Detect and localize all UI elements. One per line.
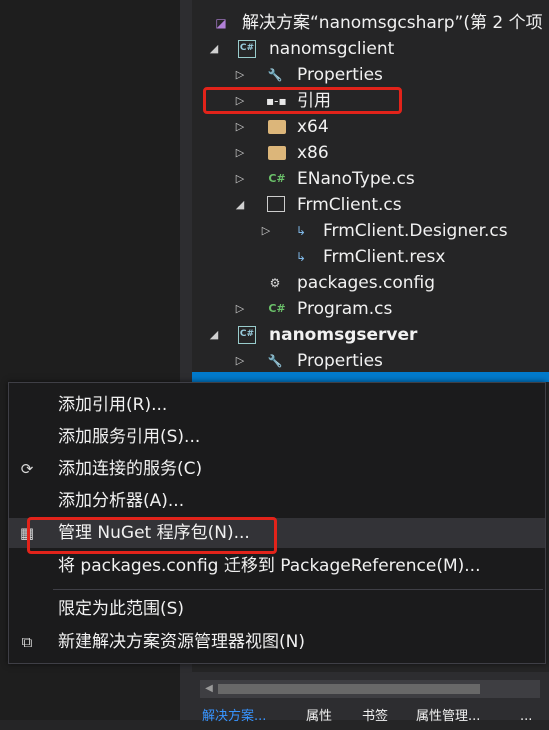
menu-item-label: 添加引用(R)... bbox=[58, 395, 168, 415]
menu-item-scope-to-this[interactable]: 限定为此范围(S) bbox=[9, 594, 545, 624]
menu-item-migrate-packages-config[interactable]: 将 packages.config 迁移到 PackageReference(M… bbox=[9, 551, 545, 581]
tab-bookmarks[interactable]: 书签 bbox=[356, 704, 394, 730]
expand-arrow-icon[interactable]: ▷ bbox=[232, 348, 248, 374]
menu-separator bbox=[53, 589, 543, 590]
tree-item-label: packages.config bbox=[297, 273, 436, 293]
menu-item-manage-nuget[interactable]: ▦ 管理 NuGet 程序包(N)... bbox=[9, 518, 545, 548]
menu-item-label: 管理 NuGet 程序包(N)... bbox=[58, 523, 250, 543]
expand-arrow-icon[interactable]: ▷ bbox=[258, 218, 274, 244]
collapse-arrow-icon[interactable]: ◢ bbox=[232, 192, 248, 218]
tree-item-label: x86 bbox=[297, 143, 329, 163]
menu-item-add-reference[interactable]: 添加引用(R)... bbox=[9, 390, 545, 420]
csharp-file-icon: C# bbox=[268, 302, 286, 315]
tree-item-frmclient-resx[interactable]: ↳ FrmClient.resx bbox=[192, 244, 549, 270]
folder-icon bbox=[268, 146, 286, 160]
solution-label: 解决方案“nanomsgcsharp”(第 2 个项 bbox=[242, 13, 543, 33]
tree-item-x86[interactable]: ▷ x86 bbox=[192, 140, 549, 166]
menu-item-add-analyzer[interactable]: 添加分析器(A)... bbox=[9, 486, 545, 516]
context-menu: 添加引用(R)... 添加服务引用(S)... ⟳ 添加连接的服务(C) 添加分… bbox=[8, 382, 546, 664]
project-node-client[interactable]: ◢ C# nanomsgclient bbox=[192, 36, 549, 62]
tree-item-label: FrmClient.resx bbox=[323, 247, 446, 267]
project-label: nanomsgserver bbox=[269, 325, 418, 345]
config-file-icon: ⚙ bbox=[269, 276, 281, 290]
tree-item-label: FrmClient.Designer.cs bbox=[323, 221, 508, 241]
scrollbar-thumb[interactable] bbox=[218, 684, 480, 694]
resx-file-icon: ↳ bbox=[295, 250, 307, 264]
wrench-icon: 🔧 bbox=[267, 354, 283, 368]
tab-properties[interactable]: 属性 bbox=[300, 704, 338, 730]
tab-property-manager[interactable]: 属性管理... bbox=[410, 704, 486, 730]
solution-node[interactable]: ◪ 解决方案“nanomsgcsharp”(第 2 个项 bbox=[192, 10, 549, 36]
tree-item-x64[interactable]: ▷ x64 bbox=[192, 114, 549, 140]
tree-item-label: ENanoType.cs bbox=[297, 169, 415, 189]
tab-solution-explorer[interactable]: 解决方案... bbox=[196, 704, 272, 730]
project-label: nanomsgclient bbox=[269, 39, 395, 59]
tree-item-properties[interactable]: ▷ 🔧 Properties bbox=[192, 62, 549, 88]
references-icon: ▪‑▪ bbox=[266, 94, 287, 108]
connected-service-icon: ⟳ bbox=[20, 460, 34, 478]
menu-item-new-explorer-view[interactable]: ⧉ 新建解决方案资源管理器视图(N) bbox=[9, 627, 545, 657]
expand-arrow-icon[interactable]: ▷ bbox=[232, 114, 248, 140]
tree-item-frmclient[interactable]: ◢ FrmClient.cs bbox=[192, 192, 549, 218]
csharp-file-icon: C# bbox=[268, 172, 286, 185]
tree-item-label: Properties bbox=[297, 65, 383, 85]
expand-arrow-icon[interactable]: ▷ bbox=[232, 166, 248, 192]
wrench-icon: 🔧 bbox=[267, 68, 283, 82]
horizontal-scrollbar[interactable]: ◀ bbox=[200, 680, 540, 698]
tree-item-program[interactable]: ▷ C# Program.cs bbox=[192, 296, 549, 322]
selected-tree-row[interactable] bbox=[192, 372, 549, 382]
tree-item-packages-config[interactable]: ⚙ packages.config bbox=[192, 270, 549, 296]
scroll-left-icon[interactable]: ◀ bbox=[202, 680, 216, 698]
expand-arrow-icon[interactable]: ▷ bbox=[232, 296, 248, 322]
new-view-icon: ⧉ bbox=[21, 633, 33, 651]
menu-item-label: 添加连接的服务(C) bbox=[58, 459, 203, 479]
expand-arrow-icon[interactable]: ▷ bbox=[232, 140, 248, 166]
csharp-project-icon: C# bbox=[238, 40, 256, 58]
folder-icon bbox=[268, 120, 286, 134]
menu-item-label: 添加分析器(A)... bbox=[58, 491, 185, 511]
tree-item-label: x64 bbox=[297, 117, 329, 137]
menu-item-add-connected-service[interactable]: ⟳ 添加连接的服务(C) bbox=[9, 454, 545, 484]
collapse-arrow-icon[interactable]: ◢ bbox=[206, 322, 222, 348]
menu-item-add-service-reference[interactable]: 添加服务引用(S)... bbox=[9, 422, 545, 452]
tree-item-server-properties[interactable]: ▷ 🔧 Properties bbox=[192, 348, 549, 374]
tree-item-label: Program.cs bbox=[297, 299, 393, 319]
tree-item-label: Properties bbox=[297, 351, 383, 371]
collapse-arrow-icon[interactable]: ◢ bbox=[206, 36, 222, 62]
tree-item-label: 引用 bbox=[297, 91, 331, 111]
nuget-package-icon: ▦ bbox=[19, 524, 35, 542]
tree-item-references[interactable]: ▷ ▪‑▪ 引用 bbox=[192, 88, 549, 114]
project-node-server[interactable]: ◢ C# nanomsgserver bbox=[192, 322, 549, 348]
expand-arrow-icon[interactable]: ▷ bbox=[232, 88, 248, 114]
tree-item-frmclient-designer[interactable]: ▷ ↳ FrmClient.Designer.cs bbox=[192, 218, 549, 244]
tree-item-enanotype[interactable]: ▷ C# ENanoType.cs bbox=[192, 166, 549, 192]
expand-arrow-icon[interactable]: ▷ bbox=[232, 62, 248, 88]
menu-item-label: 新建解决方案资源管理器视图(N) bbox=[58, 632, 305, 652]
visual-studio-solution-icon: ◪ bbox=[215, 16, 227, 30]
designer-file-icon: ↳ bbox=[295, 224, 307, 238]
menu-item-label: 将 packages.config 迁移到 PackageReference(M… bbox=[58, 556, 481, 576]
menu-item-label: 添加服务引用(S)... bbox=[58, 427, 201, 447]
tree-item-label: FrmClient.cs bbox=[297, 195, 402, 215]
tab-more[interactable]: ... bbox=[514, 704, 538, 730]
form-icon bbox=[267, 196, 285, 212]
bottom-panel: ◀ 解决方案... 属性 书签 属性管理... ... bbox=[192, 672, 549, 724]
panel-tabs: 解决方案... 属性 书签 属性管理... ... bbox=[192, 704, 549, 724]
menu-item-label: 限定为此范围(S) bbox=[58, 599, 185, 619]
csharp-project-icon: C# bbox=[238, 326, 256, 344]
